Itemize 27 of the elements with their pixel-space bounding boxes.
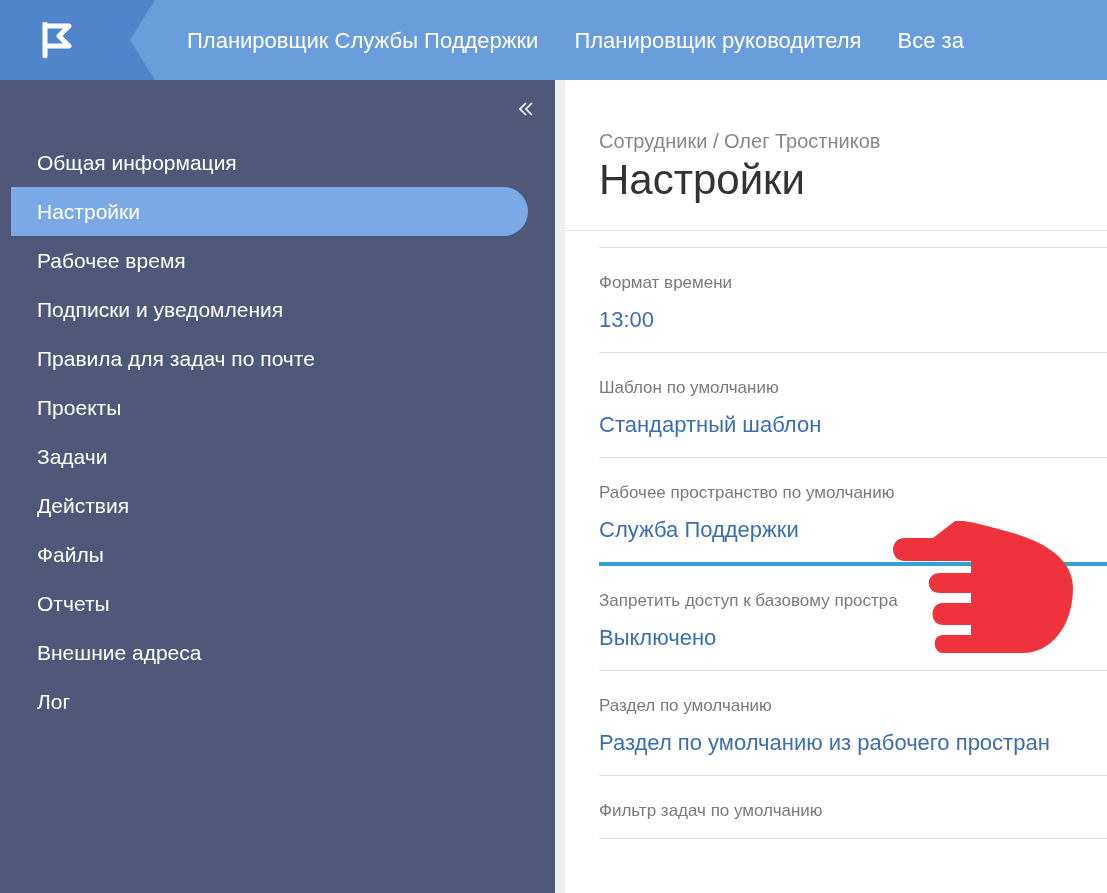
setting-value[interactable]: Раздел по умолчанию из рабочего простран xyxy=(599,725,1050,761)
breadcrumb: Сотрудники / Олег Тростников xyxy=(599,129,882,154)
sidebar-item[interactable]: Проекты xyxy=(11,383,528,432)
page-title: Настройки xyxy=(599,156,806,204)
sidebar-item[interactable]: Общая информация xyxy=(11,138,528,187)
setting-label: Запретить доступ к базовому простра xyxy=(599,590,899,612)
sidebar-item[interactable]: Рабочее время xyxy=(11,236,528,285)
setting-label: Рабочее пространство по умолчанию xyxy=(599,482,896,504)
setting-value[interactable]: Стандартный шаблон xyxy=(599,407,822,443)
sidebar-item[interactable]: Лог xyxy=(11,677,528,726)
setting-value[interactable]: 13:00 xyxy=(599,302,655,338)
setting-label: Формат времени xyxy=(599,272,734,294)
sidebar-item[interactable]: Подписки и уведомления xyxy=(11,285,528,334)
sidebar-item[interactable]: Действия xyxy=(11,481,528,530)
sidebar-item[interactable]: Отчеты xyxy=(11,579,528,628)
setting-label: Фильтр задач по умолчанию xyxy=(599,800,824,822)
logo-panel[interactable] xyxy=(0,0,155,80)
setting-label: Шаблон по умолчанию xyxy=(599,377,780,399)
sidebar-item[interactable]: Правила для задач по почте xyxy=(11,334,528,383)
sidebar-item[interactable]: Файлы xyxy=(11,530,528,579)
flag-logo-icon xyxy=(40,22,75,58)
sidebar-item[interactable]: Внешние адреса xyxy=(11,628,528,677)
sidebar-item[interactable]: Задачи xyxy=(11,432,528,481)
setting-label: Раздел по умолчанию xyxy=(599,695,773,717)
setting-value[interactable]: Служба Поддержки xyxy=(599,512,799,548)
setting-value[interactable]: Выключено xyxy=(599,620,717,656)
collapse-icon[interactable] xyxy=(519,102,533,116)
